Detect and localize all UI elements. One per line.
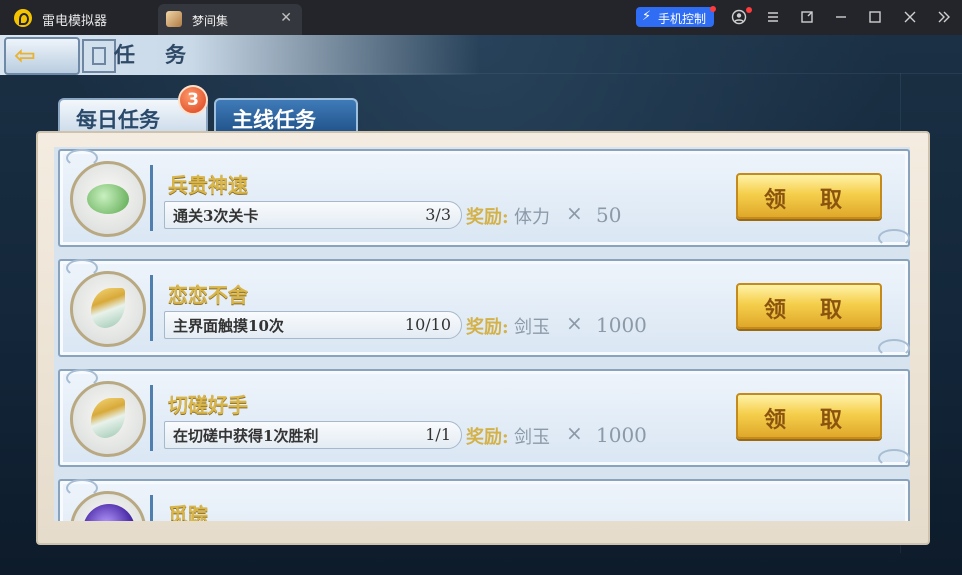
task-name: 切磋好手 — [168, 393, 248, 417]
divider — [150, 385, 153, 451]
task-icon — [70, 161, 146, 237]
claim-label: 领取 — [764, 187, 877, 213]
reward-quantity: 1000 — [596, 313, 647, 337]
claim-label: 领取 — [764, 297, 877, 323]
reward-item: 剑玉 — [514, 427, 550, 448]
phone-control-label: 手机控制 — [658, 12, 707, 26]
cloud-ornament-icon — [878, 449, 910, 467]
game-thumbnail-icon — [166, 11, 182, 27]
task-condition-bar: 通关3次关卡 3/3 — [164, 201, 462, 229]
task-icon — [70, 271, 146, 347]
notification-dot — [710, 6, 716, 12]
account-icon[interactable] — [731, 9, 747, 25]
task-condition-bar: 主界面触摸10次 10/10 — [164, 311, 462, 339]
emulator-titlebar: 雷电模拟器 梦间集 ✕ ⚡ 手机控制 — [0, 0, 962, 35]
tab-main-label: 主线任务 — [232, 107, 316, 132]
task-row: 切磋好手 在切磋中获得1次胜利 1/1 奖励: 剑玉 × 1000 领取 — [58, 369, 910, 467]
task-progress: 3/3 — [425, 205, 451, 224]
task-name: 恋恋不舍 — [168, 283, 248, 307]
task-condition: 在切磋中获得1次胜利 — [173, 427, 319, 445]
reward-label: 奖励: — [466, 207, 509, 228]
cloud-icon — [87, 184, 129, 214]
daily-tasks-badge: 3 — [178, 85, 208, 115]
maximize-icon[interactable] — [867, 9, 883, 25]
divider — [150, 495, 153, 521]
jade-icon — [91, 398, 125, 438]
claim-button[interactable]: 领取 — [736, 393, 882, 439]
account-notification-dot — [746, 7, 752, 13]
task-condition-bar: 在切磋中获得1次胜利 1/1 — [164, 421, 462, 449]
times-sign: × — [566, 201, 583, 225]
task-icon — [70, 381, 146, 457]
times-sign: × — [566, 421, 583, 445]
jade-icon — [91, 288, 125, 328]
task-name: 觅踪 — [168, 503, 208, 521]
menu-icon[interactable] — [765, 9, 781, 25]
task-progress: 10/10 — [404, 315, 451, 334]
close-icon[interactable] — [902, 9, 918, 25]
reward-item: 剑玉 — [514, 317, 550, 338]
task-row: 觅踪 — [58, 479, 910, 521]
reward-label: 奖励: — [466, 317, 509, 338]
task-condition: 通关3次关卡 — [173, 207, 259, 225]
tab-close-icon[interactable]: ✕ — [280, 10, 292, 26]
task-row: 恋恋不舍 主界面触摸10次 10/10 奖励: 剑玉 × 1000 领取 — [58, 259, 910, 357]
game-screen: ⇦ 任务 每日任务 3 主线任务 兵贵神速 通关3次关卡 3/3 奖励: 体力 … — [0, 35, 962, 575]
lightning-icon: ⚡ — [642, 9, 652, 24]
reward-item: 体力 — [514, 207, 550, 228]
cloud-ornament-icon — [878, 229, 910, 247]
task-panel: 兵贵神速 通关3次关卡 3/3 奖励: 体力 × 50 领取 恋恋不舍 主界面触… — [36, 131, 930, 545]
claim-button[interactable]: 领取 — [736, 173, 882, 219]
tab-game[interactable]: 梦间集 ✕ — [158, 4, 302, 35]
leidian-logo-icon — [14, 9, 32, 27]
minimize-icon[interactable] — [833, 9, 849, 25]
reward-quantity: 1000 — [596, 423, 647, 447]
times-sign: × — [566, 311, 583, 335]
task-list[interactable]: 兵贵神速 通关3次关卡 3/3 奖励: 体力 × 50 领取 恋恋不舍 主界面触… — [54, 147, 910, 521]
app-name: 雷电模拟器 — [42, 14, 108, 29]
task-progress: 1/1 — [425, 425, 451, 444]
claim-button[interactable]: 领取 — [736, 283, 882, 329]
claim-label: 领取 — [764, 407, 877, 433]
reward-label: 奖励: — [466, 427, 509, 448]
page-title: 任务 — [114, 42, 216, 67]
task-condition: 主界面触摸10次 — [173, 317, 284, 335]
tab-title: 梦间集 — [192, 14, 229, 28]
purple-orb-icon — [83, 504, 135, 521]
tab-daily-label: 每日任务 — [76, 107, 160, 132]
reward-quantity: 50 — [596, 203, 622, 227]
expand-sidebar-icon[interactable] — [936, 9, 952, 25]
task-row: 兵贵神速 通关3次关卡 3/3 奖励: 体力 × 50 领取 — [58, 149, 910, 247]
popout-icon[interactable] — [799, 9, 815, 25]
back-arrow-icon: ⇦ — [14, 41, 36, 71]
cloud-ornament-icon — [878, 339, 910, 357]
task-name: 兵贵神速 — [168, 173, 248, 197]
divider — [150, 165, 153, 231]
lattice-ornament-icon — [82, 39, 116, 73]
back-button[interactable]: ⇦ — [4, 37, 80, 75]
divider — [150, 275, 153, 341]
phone-control-button[interactable]: ⚡ 手机控制 — [636, 7, 714, 27]
